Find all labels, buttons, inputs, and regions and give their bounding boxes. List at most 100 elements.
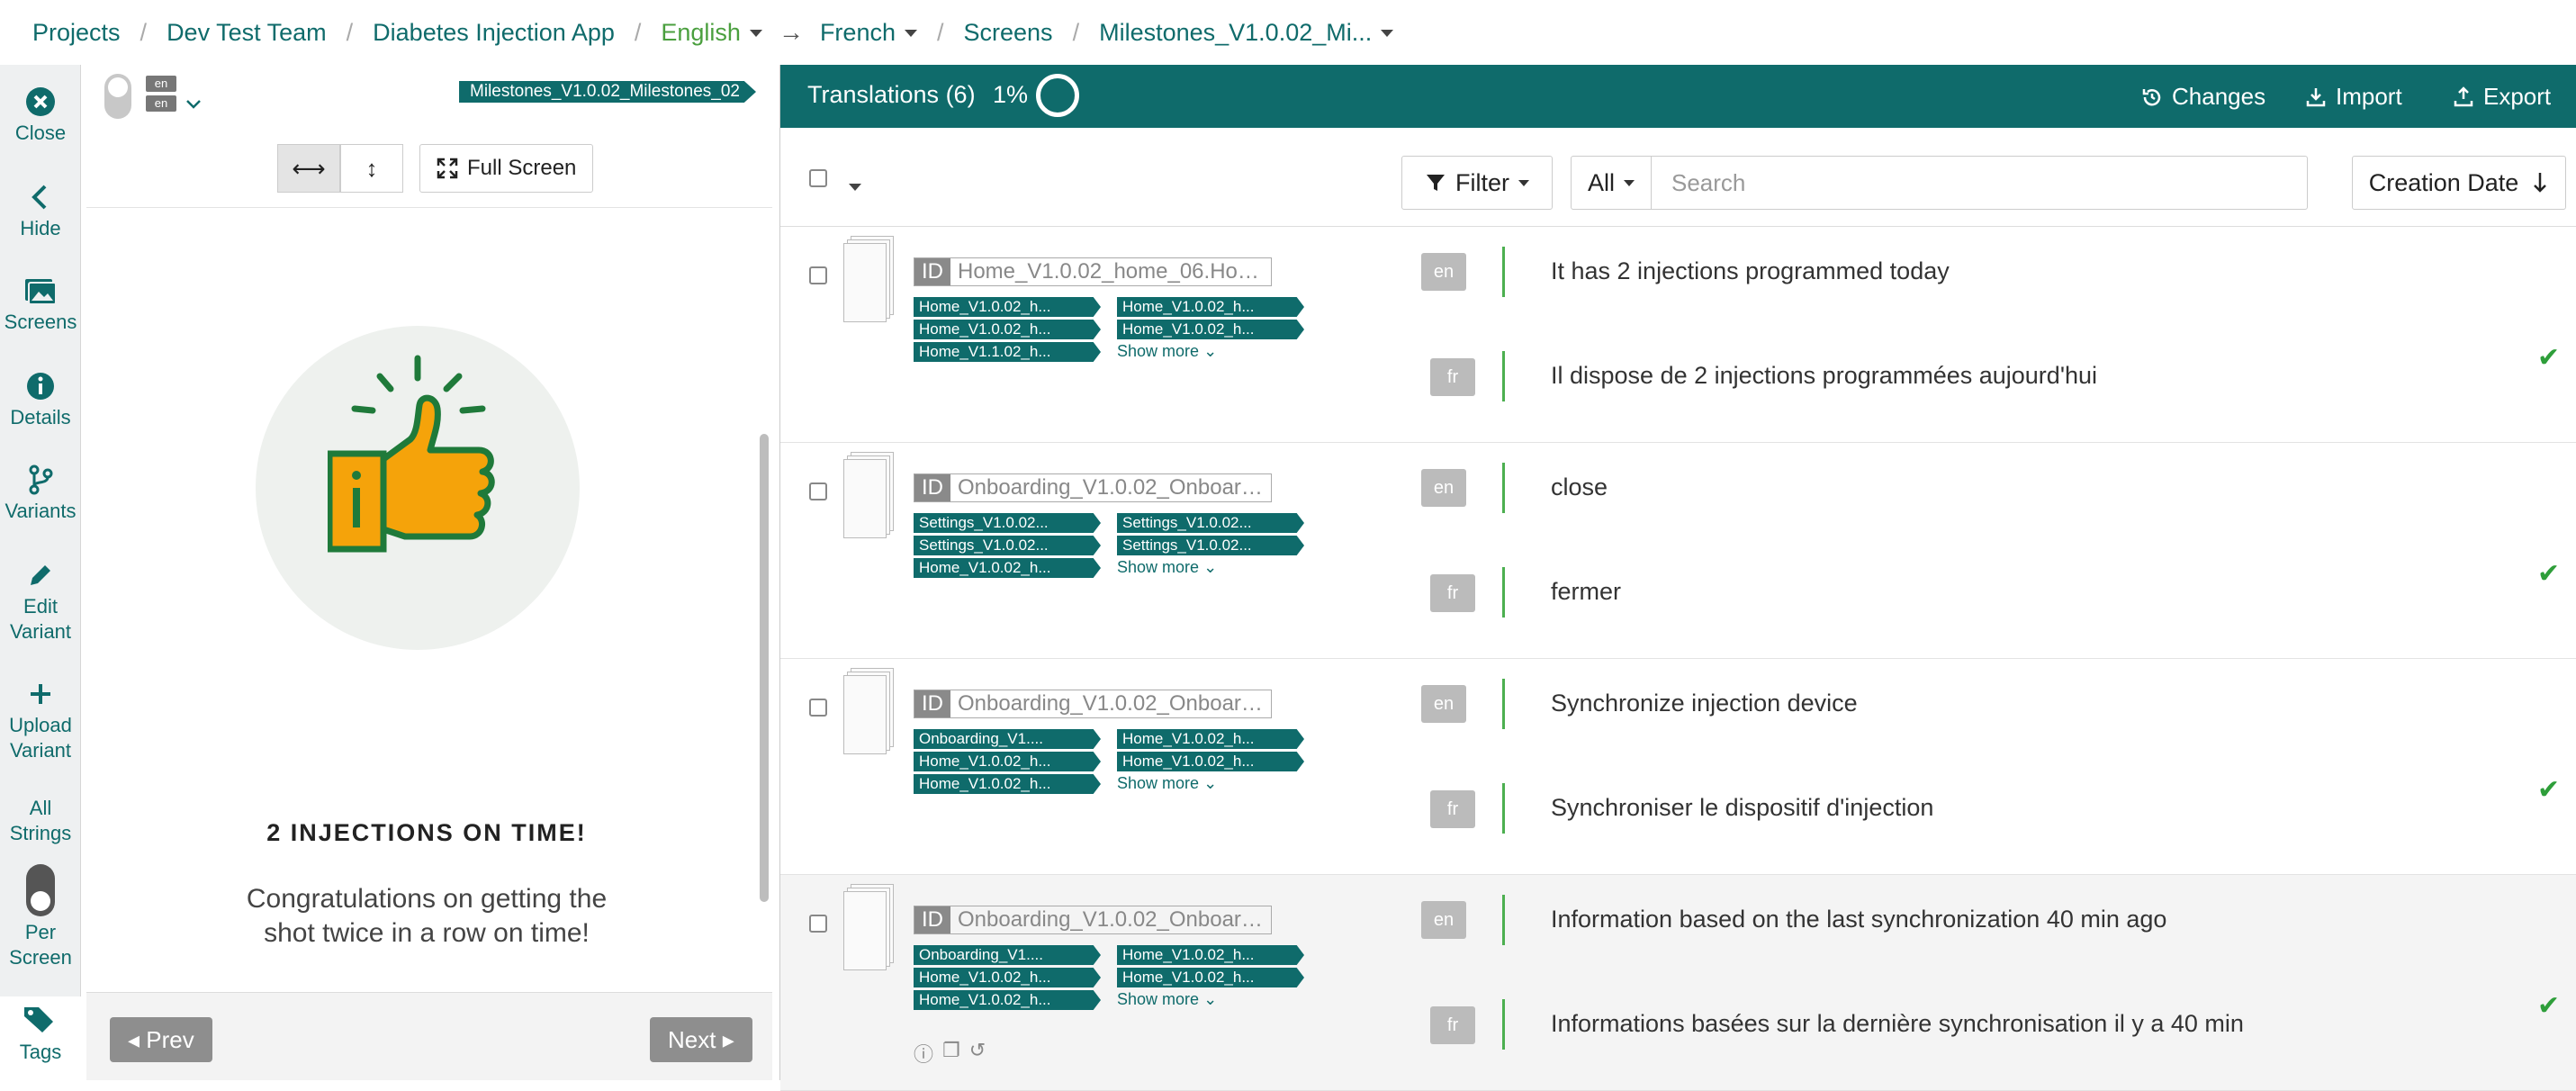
show-more-link[interactable]: Show more ⌄	[1117, 990, 1217, 1009]
row-checkbox[interactable]	[809, 915, 827, 933]
screen-chip[interactable]: Home_V1.0.02_h...	[914, 297, 1101, 317]
checkmark-icon[interactable]: ✔	[2537, 558, 2560, 590]
preview-toggle[interactable]	[104, 74, 131, 119]
screen-chip[interactable]: Home_V1.0.02_h...	[1117, 752, 1304, 771]
fullscreen-button[interactable]: Full Screen	[419, 144, 594, 193]
screen-chip[interactable]: Onboarding_V1....	[914, 945, 1101, 965]
tags-icon	[24, 1007, 53, 1032]
all-strings-option[interactable]: All Strings	[0, 796, 81, 846]
scope-select[interactable]: All	[1571, 156, 1652, 210]
info-icon[interactable]: ⓘ	[914, 1039, 933, 1068]
search-input[interactable]	[1651, 156, 2308, 210]
screen-chip[interactable]: Home_V1.0.02_h...	[914, 990, 1101, 1010]
source-language-select[interactable]: English	[661, 19, 762, 47]
strings-scope-toggle[interactable]	[0, 864, 81, 918]
screen-chip[interactable]: Home_V1.0.02_h...	[1117, 729, 1304, 749]
chevron-down-icon	[749, 30, 762, 38]
import-label: Import	[2336, 83, 2402, 110]
id-value: Onboarding_V1.0.02_Onboardi...	[958, 475, 1271, 500]
screen-select[interactable]: Milestones_V1.0.02_Mi...	[1099, 19, 1394, 47]
tags-button[interactable]: Tags	[0, 996, 81, 1080]
screen-chip[interactable]: Home_V1.0.02_h...	[1117, 945, 1304, 965]
branch-icon	[29, 464, 53, 495]
fit-width-button[interactable]: ⟷	[277, 144, 340, 193]
sort-button[interactable]: Creation Date	[2352, 156, 2566, 210]
screen-chip[interactable]: Home_V1.0.02_h...	[914, 752, 1101, 771]
preview-scrollbar[interactable]	[760, 434, 769, 902]
changes-label: Changes	[2172, 83, 2266, 110]
edit-variant-button[interactable]: Edit Variant	[0, 560, 81, 645]
crumb-projects[interactable]: Projects	[32, 19, 121, 47]
sort-label: Creation Date	[2368, 168, 2519, 196]
select-all-checkbox[interactable]	[809, 169, 827, 187]
checkmark-icon[interactable]: ✔	[2537, 774, 2560, 806]
target-language-select[interactable]: French	[820, 19, 917, 47]
variants-button[interactable]: Variants	[0, 464, 81, 524]
details-button[interactable]: Details	[0, 371, 81, 430]
crumb-separator: /	[634, 18, 642, 46]
source-text[interactable]: It has 2 injections programmed today	[1551, 257, 1950, 285]
screen-chip[interactable]: Home_V1.0.02_h...	[914, 320, 1101, 339]
target-indicator	[1502, 999, 1505, 1050]
show-more-link[interactable]: Show more ⌄	[1117, 558, 1217, 577]
screens-button[interactable]: Screens	[0, 275, 81, 335]
screen-chip[interactable]: Settings_V1.0.02...	[1117, 536, 1304, 555]
screen-thumbnails[interactable]	[843, 452, 897, 542]
checkmark-icon[interactable]: ✔	[2537, 990, 2560, 1022]
lang-badge-en: en	[1421, 901, 1466, 939]
scope-label: All	[1587, 168, 1615, 196]
show-more-link[interactable]: Show more ⌄	[1117, 774, 1217, 793]
crumb-team[interactable]: Dev Test Team	[167, 19, 327, 47]
source-text[interactable]: Synchronize injection device	[1551, 690, 1858, 717]
source-text[interactable]: Information based on the last synchroniz…	[1551, 906, 2166, 933]
screen-chip[interactable]: Home_V1.0.02_h...	[1117, 968, 1304, 987]
prev-button[interactable]: ◂ Prev	[110, 1017, 212, 1062]
screen-thumbnails[interactable]	[843, 236, 897, 326]
crumb-screens[interactable]: Screens	[964, 19, 1053, 47]
show-more-link[interactable]: Show more ⌄	[1117, 342, 1217, 361]
screen-chip[interactable]: Settings_V1.0.02...	[914, 536, 1101, 555]
per-screen-option[interactable]: Per Screen	[0, 920, 81, 970]
upload-variant-button[interactable]: Upload Variant	[0, 679, 81, 763]
screen-chip[interactable]: Home_V1.0.02_h...	[1117, 297, 1304, 317]
screen-chip[interactable]: Home_V1.0.02_h...	[914, 968, 1101, 987]
checkmark-icon[interactable]: ✔	[2537, 342, 2560, 374]
fit-height-button[interactable]: ↕	[340, 144, 403, 193]
export-button[interactable]: Export	[2453, 83, 2551, 111]
row-checkbox[interactable]	[809, 482, 827, 500]
screen-chip[interactable]: Settings_V1.0.02...	[1117, 513, 1304, 533]
copy-icon[interactable]: ❐	[942, 1039, 960, 1068]
select-options-caret[interactable]	[849, 184, 861, 191]
preview-lang-bottom: en	[146, 95, 176, 112]
screen-chip[interactable]: Onboarding_V1....	[914, 729, 1101, 749]
next-button[interactable]: Next ▸	[650, 1017, 752, 1062]
close-button[interactable]: Close	[0, 86, 81, 146]
changes-button[interactable]: Changes	[2141, 83, 2265, 111]
screen-chip[interactable]: Home_V1.0.02_h...	[914, 774, 1101, 794]
target-text[interactable]: fermer	[1551, 578, 1621, 606]
source-indicator	[1502, 895, 1505, 945]
target-text[interactable]: Il dispose de 2 injections programmées a…	[1551, 362, 2097, 390]
screen-chip[interactable]: Home_V1.0.02_h...	[914, 558, 1101, 578]
screen-thumbnails[interactable]	[843, 668, 897, 758]
row-checkbox[interactable]	[809, 699, 827, 717]
target-text[interactable]: Informations basées sur la dernière sync…	[1551, 1010, 2244, 1038]
history-icon[interactable]: ↺	[969, 1039, 986, 1068]
filter-button[interactable]: Filter	[1401, 156, 1553, 210]
source-text[interactable]: close	[1551, 473, 1608, 501]
screen-thumbnails[interactable]	[843, 884, 897, 974]
screen-chip[interactable]: Home_V1.0.02_h...	[1117, 320, 1304, 339]
hide-button[interactable]: Hide	[0, 182, 81, 241]
edit-variant-label-line2: Variant	[9, 620, 72, 643]
chevron-down-icon[interactable]	[185, 99, 202, 110]
row-checkbox[interactable]	[809, 266, 827, 284]
string-id[interactable]: ID Onboarding_V1.0.02_Onboardi...	[914, 473, 1272, 502]
string-id[interactable]: ID Home_V1.0.02_home_06.Hom...	[914, 257, 1272, 286]
string-id[interactable]: ID Onboarding_V1.0.02_Onboardi...	[914, 906, 1272, 934]
string-id[interactable]: ID Onboarding_V1.0.02_Onboardi...	[914, 690, 1272, 718]
import-button[interactable]: Import	[2305, 83, 2402, 111]
screen-chip[interactable]: Settings_V1.0.02...	[914, 513, 1101, 533]
target-text[interactable]: Synchroniser le dispositif d'injection	[1551, 794, 1933, 822]
screen-chip[interactable]: Home_V1.1.02_h...	[914, 342, 1101, 362]
crumb-app[interactable]: Diabetes Injection App	[373, 19, 615, 47]
